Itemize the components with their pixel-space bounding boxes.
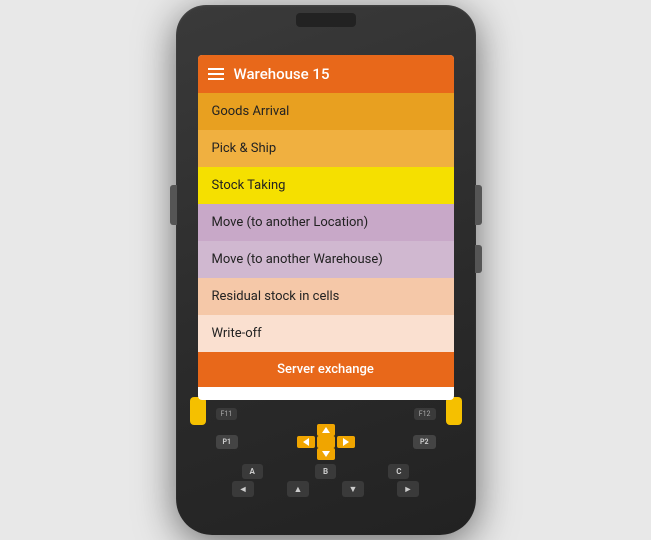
p1-key[interactable]: P1	[216, 435, 239, 449]
app-title: Warehouse 15	[234, 65, 330, 83]
f12-key[interactable]: F12	[414, 408, 436, 420]
menu-item-stock-taking[interactable]: Stock Taking	[198, 167, 454, 204]
dpad-up[interactable]	[317, 424, 335, 436]
side-button-right-2[interactable]	[475, 245, 482, 273]
bottom-hardware: F11 F12 P1	[176, 400, 476, 535]
key-b[interactable]: B	[315, 464, 336, 479]
f11-key[interactable]: F11	[216, 408, 238, 420]
device-body: Warehouse 15 Goods ArrivalPick & ShipSto…	[176, 5, 476, 535]
abc-row: A B C	[216, 464, 436, 479]
menu-item-goods-arrival[interactable]: Goods Arrival	[198, 93, 454, 130]
hamburger-icon[interactable]	[208, 68, 224, 80]
arrow-row: ◄ ▲ ▼ ►	[216, 481, 436, 497]
dpad-center[interactable]	[317, 436, 335, 448]
menu-item-pick-ship[interactable]: Pick & Ship	[198, 130, 454, 167]
key-arrow-up[interactable]: ▲	[287, 481, 309, 497]
p2-key[interactable]: P2	[413, 435, 436, 449]
scanner-bump	[296, 13, 356, 27]
server-exchange-button[interactable]: Server exchange	[198, 352, 454, 387]
key-c[interactable]: C	[388, 464, 409, 479]
side-button-left[interactable]	[170, 185, 177, 225]
menu-item-write-off[interactable]: Write-off	[198, 315, 454, 352]
menu-item-move-warehouse[interactable]: Move (to another Warehouse)	[198, 241, 454, 278]
side-button-right-1[interactable]	[475, 185, 482, 225]
key-arrow-left[interactable]: ◄	[232, 481, 254, 497]
p-row: P1	[216, 424, 436, 460]
key-arrow-right[interactable]: ►	[397, 481, 419, 497]
dpad-down[interactable]	[317, 448, 335, 460]
dpad	[297, 424, 355, 460]
app-header: Warehouse 15	[198, 55, 454, 93]
mobile-device: Warehouse 15 Goods ArrivalPick & ShipSto…	[176, 5, 476, 535]
key-arrow-down[interactable]: ▼	[342, 481, 364, 497]
fn-row: F11 F12	[216, 408, 436, 420]
menu-item-move-location[interactable]: Move (to another Location)	[198, 204, 454, 241]
menu-list: Goods ArrivalPick & ShipStock TakingMove…	[198, 93, 454, 352]
key-a[interactable]: A	[242, 464, 263, 479]
dpad-left[interactable]	[297, 436, 315, 448]
dpad-right[interactable]	[337, 436, 355, 448]
screen: Warehouse 15 Goods ArrivalPick & ShipSto…	[198, 55, 454, 400]
menu-item-residual-stock[interactable]: Residual stock in cells	[198, 278, 454, 315]
